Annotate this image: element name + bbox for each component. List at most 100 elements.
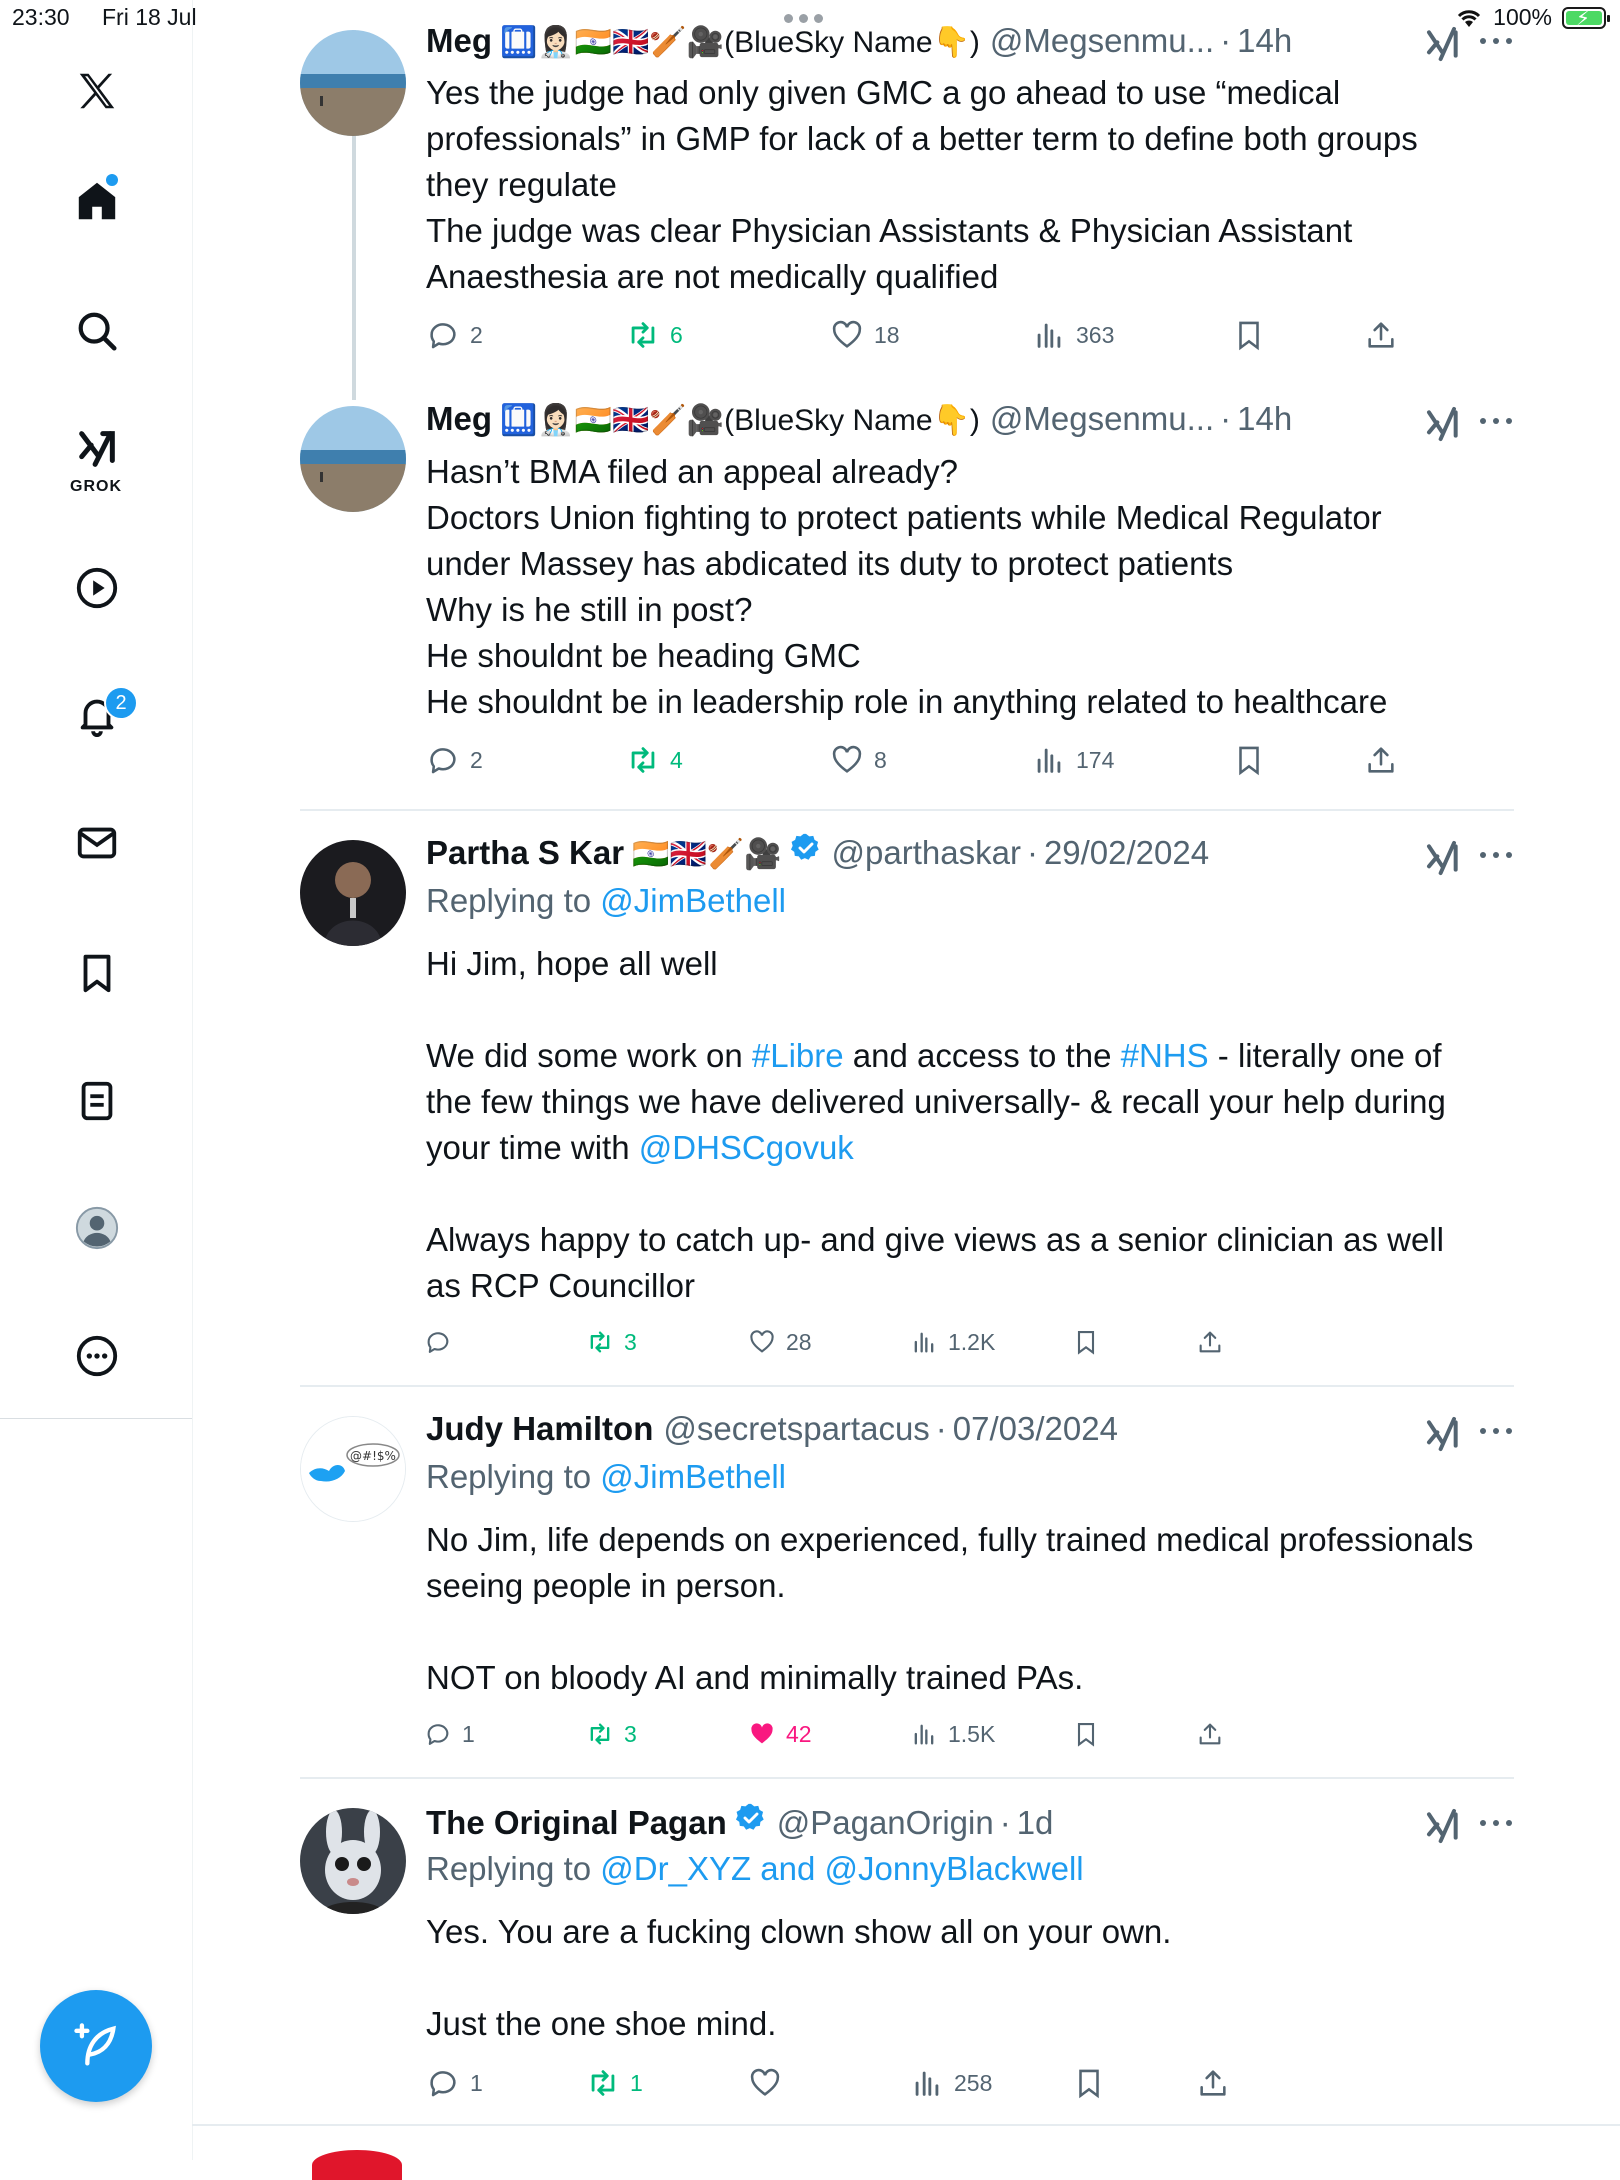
like-button[interactable]: 18 [830,318,900,352]
reply-button[interactable]: 1 [424,1720,475,1748]
share-button[interactable] [1196,1328,1224,1356]
display-name[interactable]: Meg [426,400,492,438]
bookmarks-icon[interactable] [62,938,132,1008]
grok-explain-icon[interactable] [1424,24,1464,64]
battery-icon: ⚡ [1562,6,1610,30]
display-name[interactable]: The Original Pagan [426,1804,727,1842]
grok-explain-icon[interactable] [1424,838,1464,878]
views-button[interactable]: 1.2K [910,1328,995,1356]
repost-button[interactable]: 3 [586,1720,637,1748]
more-options-icon[interactable] [1480,1428,1512,1440]
lists-icon[interactable] [62,1066,132,1136]
timestamp[interactable]: 14h [1237,22,1292,60]
share-button[interactable] [1196,1720,1224,1748]
reply-button[interactable]: 2 [426,743,483,777]
timestamp[interactable]: 14h [1237,400,1292,438]
avatar[interactable] [300,406,406,512]
sidebar: GROK 2 [0,0,193,2160]
repost-button[interactable]: 3 [586,1328,637,1356]
display-name[interactable]: Meg [426,22,492,60]
compose-button[interactable] [40,1990,152,2102]
bookmark-icon [1239,746,1259,776]
reply-button[interactable]: 1 [426,2066,483,2100]
profile-icon[interactable] [62,1193,132,1263]
reply-icon [430,2071,456,2097]
display-name[interactable]: Partha S Kar [426,834,624,872]
timestamp[interactable]: 29/02/2024 [1044,834,1209,872]
handle[interactable]: @parthaskar [832,834,1021,872]
avatar[interactable] [300,1808,406,1914]
bookmark-button[interactable] [1072,2066,1106,2100]
bookmark-button[interactable] [1072,1328,1100,1356]
avatar-speech-text: @#!$% [350,1449,396,1463]
handle[interactable]: @PaganOrigin [777,1804,994,1842]
share-icon [1199,1331,1221,1353]
grok-label: GROK [70,478,122,495]
mention-link[interactable]: @Dr_XYZ and @JonnyBlackwell [600,1850,1083,1887]
avatar[interactable] [300,840,406,946]
repost-button[interactable]: 1 [586,2066,643,2100]
grok-explain-icon[interactable] [1424,1806,1464,1846]
repost-button[interactable]: 6 [626,318,683,352]
repost-button[interactable]: 4 [626,743,683,777]
avatar[interactable]: @#!$% [300,1416,406,1522]
mention-link[interactable]: @JimBethell [600,1458,786,1495]
sidebar-divider [0,1418,192,1419]
bookmark-button[interactable] [1232,318,1266,352]
battery-percent: 100% [1493,4,1552,30]
handle[interactable]: @secretspartacus [663,1410,929,1448]
hashtag-link[interactable]: #NHS [1121,1037,1209,1074]
bookmark-button[interactable] [1232,743,1266,777]
mention-link[interactable]: @JimBethell [600,882,786,919]
share-button[interactable] [1364,318,1398,352]
tweet-header: Partha S Kar 🇮🇳🇬🇧🏏🎥 @parthaskar · 29/02/… [426,833,1210,872]
handle[interactable]: @Megsenmu... [990,400,1214,438]
share-button[interactable] [1364,743,1398,777]
replying-to: Replying to @JimBethell [426,1458,787,1495]
like-button[interactable]: 8 [830,743,887,777]
more-options-icon[interactable] [1480,852,1512,864]
views-button[interactable]: 363 [1032,318,1114,352]
share-icon [1199,1723,1221,1745]
reply-icon [430,323,456,349]
grok-explain-icon[interactable] [1424,1414,1464,1454]
search-icon[interactable] [62,296,132,366]
views-button[interactable]: 1.5K [910,1720,995,1748]
views-button[interactable]: 258 [910,2066,992,2100]
repost-icon [590,1723,610,1745]
reply-button[interactable]: 2 [426,318,483,352]
video-icon[interactable] [62,553,132,623]
views-icon [914,1724,934,1745]
messages-icon[interactable] [62,808,132,878]
reply-button[interactable] [424,1328,462,1356]
reply-icon [427,1724,449,1745]
more-options-icon[interactable] [1480,1820,1512,1832]
timestamp[interactable]: 1d [1017,1804,1054,1842]
display-name[interactable]: Judy Hamilton [426,1410,653,1448]
grok-icon[interactable] [62,414,132,484]
tweet-text: Yes. You are a fucking clown show all on… [426,1913,1172,2042]
like-button[interactable] [748,2066,792,2100]
like-button[interactable]: 42 [748,1720,812,1748]
next-avatar-partial[interactable] [312,2150,402,2180]
more-options-icon[interactable] [1480,38,1512,50]
like-button[interactable]: 28 [748,1328,812,1356]
tweet-divider [300,809,1514,811]
bookmark-icon [1239,321,1259,351]
bookmark-icon [1077,1723,1095,1747]
more-options-icon[interactable] [1480,418,1512,430]
hashtag-link[interactable]: #Libre [752,1037,844,1074]
more-icon[interactable] [62,1321,132,1391]
handle[interactable]: @Megsenmu... [990,22,1214,60]
timestamp[interactable]: 07/03/2024 [953,1410,1118,1448]
views-button[interactable]: 174 [1032,743,1114,777]
grok-explain-icon[interactable] [1424,404,1464,444]
home-icon[interactable] [62,166,132,236]
heart-icon [750,2068,780,2096]
tweet-text: Hi Jim, hope all well We did some work o… [426,945,1446,1304]
x-logo-icon[interactable] [62,56,132,126]
bookmark-button[interactable] [1072,1720,1100,1748]
share-button[interactable] [1196,2066,1230,2100]
mention-link[interactable]: @DHSCgovuk [639,1129,854,1166]
avatar[interactable] [300,30,406,136]
